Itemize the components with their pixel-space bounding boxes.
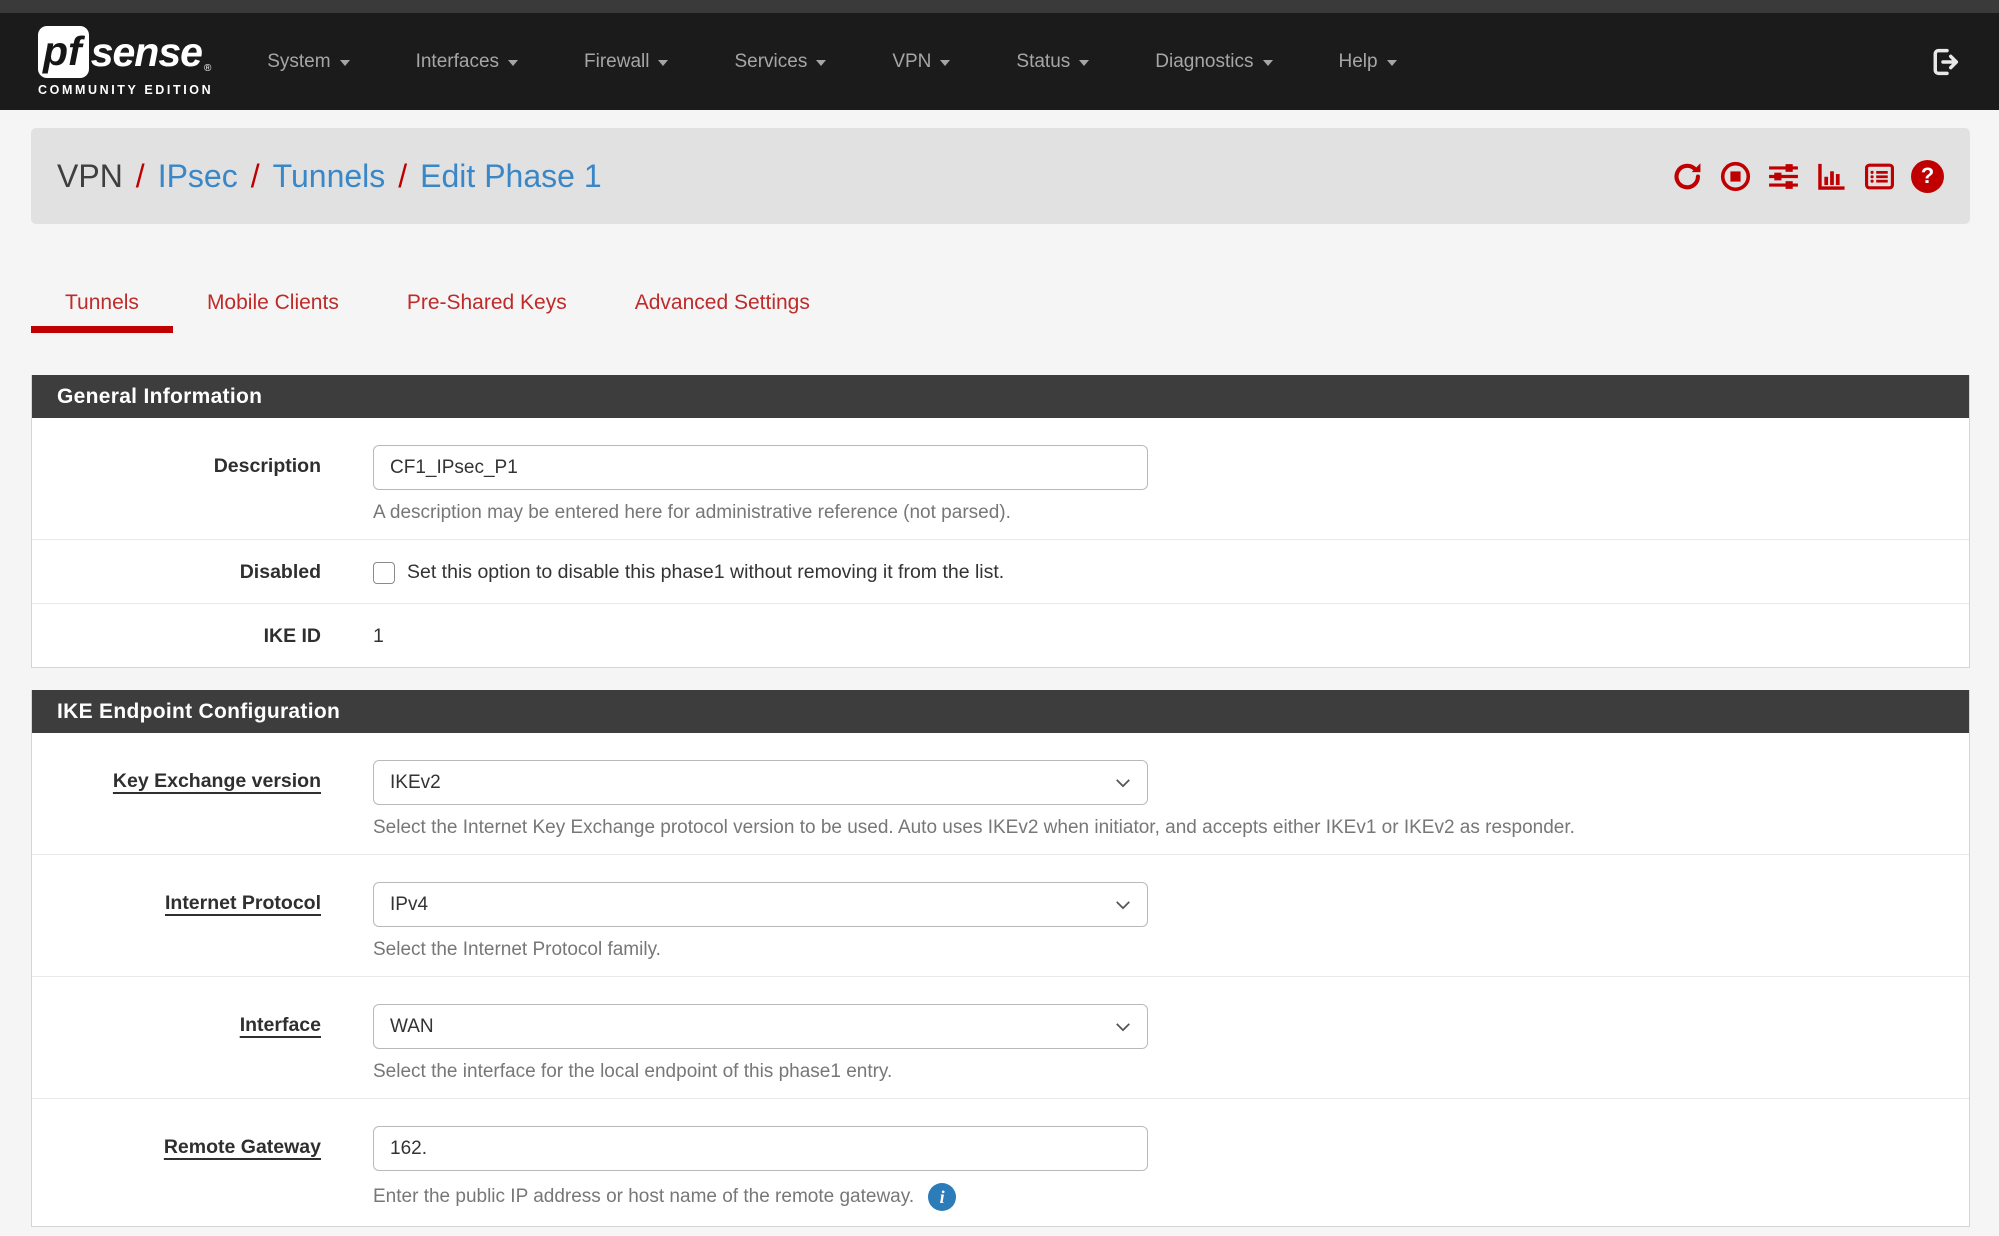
description-helper: A description may be entered here for ad…: [373, 502, 1148, 524]
chevron-down-icon: [1263, 60, 1273, 66]
disabled-checkbox-text: Set this option to disable this phase1 w…: [407, 561, 1004, 584]
chevron-down-icon: [1113, 773, 1133, 793]
internet-protocol-label: Internet Protocol: [32, 882, 321, 961]
description-input[interactable]: [373, 445, 1148, 490]
key-exchange-version-label: Key Exchange version: [32, 760, 321, 839]
form-row-ike-id: IKE ID 1: [32, 603, 1969, 667]
remote-gateway-helper: Enter the public IP address or host name…: [373, 1186, 914, 1208]
internet-protocol-helper: Select the Internet Protocol family.: [373, 939, 1148, 961]
disabled-checkbox[interactable]: [373, 562, 395, 584]
chevron-down-icon: [816, 60, 826, 66]
page-toolbar: ?: [1671, 160, 1944, 193]
stop-circle-icon[interactable]: [1719, 160, 1752, 193]
chevron-down-icon: [508, 60, 518, 66]
chevron-down-icon: [1079, 60, 1089, 66]
menu-firewall[interactable]: Firewall: [584, 51, 668, 73]
breadcrumb-separator: /: [398, 158, 407, 195]
breadcrumb-separator: /: [136, 158, 145, 195]
section-title: IKE Endpoint Configuration: [32, 690, 1969, 733]
chevron-down-icon: [940, 60, 950, 66]
breadcrumb-separator: /: [251, 158, 260, 195]
remote-gateway-input[interactable]: [373, 1126, 1148, 1171]
key-exchange-version-helper: Select the Internet Key Exchange protoco…: [373, 817, 1575, 839]
breadcrumb-bar: VPN / IPsec / Tunnels / Edit Phase 1 ?: [31, 128, 1970, 224]
key-exchange-version-select[interactable]: IKEv2: [373, 760, 1148, 805]
menu-system[interactable]: System: [267, 51, 349, 73]
tab-pre-shared-keys[interactable]: Pre-Shared Keys: [373, 280, 601, 333]
section-general-information: General Information Description A descri…: [31, 375, 1970, 668]
chevron-down-icon: [658, 60, 668, 66]
interface-label: Interface: [32, 1004, 321, 1083]
info-icon[interactable]: i: [928, 1183, 956, 1211]
section-title: General Information: [32, 375, 1969, 418]
breadcrumb: VPN / IPsec / Tunnels / Edit Phase 1: [57, 158, 602, 195]
registered-mark: ®: [204, 63, 211, 74]
menu-help[interactable]: Help: [1339, 51, 1397, 73]
log-list-icon[interactable]: [1863, 160, 1896, 193]
form-row-internet-protocol: Internet Protocol IPv4 Select the Intern…: [32, 854, 1969, 976]
menu-status[interactable]: Status: [1016, 51, 1089, 73]
remote-gateway-label: Remote Gateway: [32, 1126, 321, 1211]
help-icon[interactable]: ?: [1911, 160, 1944, 193]
menu-services[interactable]: Services: [734, 51, 826, 73]
logo-sense-text: sense: [91, 29, 202, 76]
menu-diagnostics[interactable]: Diagnostics: [1155, 51, 1272, 73]
tab-advanced-settings[interactable]: Advanced Settings: [601, 280, 844, 333]
breadcrumb-link-ipsec[interactable]: IPsec: [158, 158, 238, 195]
top-strip: [0, 0, 1999, 13]
menu-interfaces[interactable]: Interfaces: [416, 51, 518, 73]
sign-out-icon[interactable]: [1929, 46, 1961, 78]
form-row-remote-gateway: Remote Gateway Enter the public IP addre…: [32, 1098, 1969, 1226]
section-ike-endpoint-configuration: IKE Endpoint Configuration Key Exchange …: [31, 690, 1970, 1227]
breadcrumb-link-edit-phase1[interactable]: Edit Phase 1: [420, 158, 601, 195]
tab-mobile-clients[interactable]: Mobile Clients: [173, 280, 373, 333]
disabled-label: Disabled: [32, 559, 321, 584]
menu-vpn[interactable]: VPN: [892, 51, 950, 73]
chevron-down-icon: [1387, 60, 1397, 66]
breadcrumb-link-tunnels[interactable]: Tunnels: [273, 158, 386, 195]
chevron-down-icon: [1113, 895, 1133, 915]
form-row-disabled: Disabled Set this option to disable this…: [32, 539, 1969, 603]
interface-helper: Select the interface for the local endpo…: [373, 1061, 1148, 1083]
edition-label: COMMUNITY EDITION: [38, 83, 213, 97]
ike-id-label: IKE ID: [32, 623, 321, 648]
refresh-icon[interactable]: [1671, 160, 1704, 193]
form-row-description: Description A description may be entered…: [32, 418, 1969, 539]
interface-select[interactable]: WAN: [373, 1004, 1148, 1049]
chevron-down-icon: [340, 60, 350, 66]
tab-bar: Tunnels Mobile Clients Pre-Shared Keys A…: [31, 280, 1999, 333]
internet-protocol-select[interactable]: IPv4: [373, 882, 1148, 927]
bar-chart-icon[interactable]: [1815, 160, 1848, 193]
tab-tunnels[interactable]: Tunnels: [31, 280, 173, 333]
form-row-key-exchange-version: Key Exchange version IKEv2 Select the In…: [32, 733, 1969, 854]
main-menu: System Interfaces Firewall Services VPN …: [267, 51, 1396, 73]
pfsense-logo[interactable]: pf sense ® COMMUNITY EDITION: [38, 26, 213, 97]
form-row-interface: Interface WAN Select the interface for t…: [32, 976, 1969, 1098]
ike-id-value: 1: [373, 623, 384, 648]
description-label: Description: [32, 445, 321, 524]
logo-pf-box: pf: [38, 26, 89, 78]
chevron-down-icon: [1113, 1017, 1133, 1037]
sliders-icon[interactable]: [1767, 160, 1800, 193]
top-navbar: pf sense ® COMMUNITY EDITION System Inte…: [0, 13, 1999, 110]
breadcrumb-current: VPN: [57, 158, 123, 195]
